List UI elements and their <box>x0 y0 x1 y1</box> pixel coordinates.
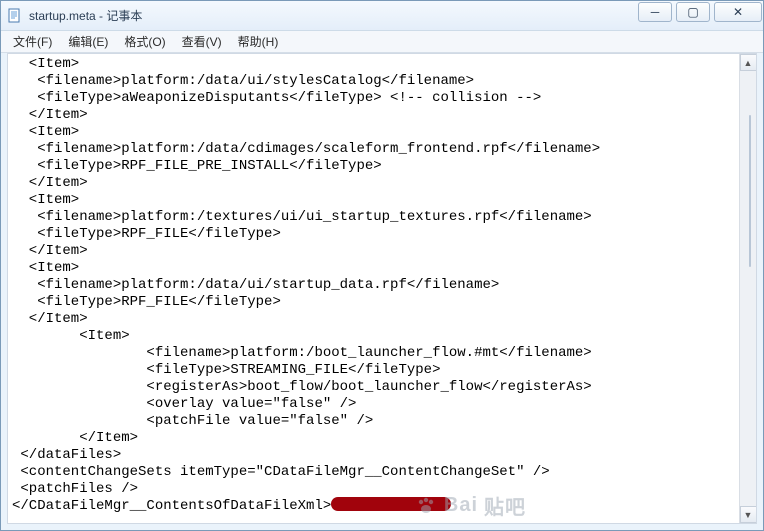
code-line: <filename>platform:/boot_launcher_flow.#… <box>12 345 592 361</box>
code-line: <Item> <box>12 56 79 72</box>
code-line: <filename>platform:/textures/ui/ui_start… <box>12 209 592 225</box>
code-line: <fileType>RPF_FILE_PRE_INSTALL</fileType… <box>12 158 382 174</box>
code-line: <fileType>RPF_FILE</fileType> <box>12 226 281 242</box>
code-line: <Item> <box>12 192 79 208</box>
code-line: <filename>platform:/data/cdimages/scalef… <box>12 141 600 157</box>
code-line: <Item> <box>12 124 79 140</box>
code-line: <Item> <box>12 260 79 276</box>
window-title: startup.meta - 记事本 <box>29 7 142 24</box>
chevron-up-icon: ▲ <box>744 58 753 68</box>
window-controls: ─ ▢ ✕ <box>634 2 762 22</box>
vertical-scrollbar[interactable]: ▲ ▼ <box>739 54 756 523</box>
menu-format[interactable]: 格式(O) <box>116 31 173 52</box>
chevron-down-icon: ▼ <box>744 510 753 520</box>
code-line: <registerAs>boot_flow/boot_launcher_flow… <box>12 379 592 395</box>
notepad-window: startup.meta - 记事本 ─ ▢ ✕ 文件(F) 编辑(E) 格式(… <box>0 0 764 531</box>
editor-client-area: <Item> <filename>platform:/data/ui/style… <box>7 53 757 524</box>
code-line: </Item> <box>12 311 88 327</box>
scroll-down-button[interactable]: ▼ <box>740 506 757 523</box>
menu-edit[interactable]: 编辑(E) <box>60 31 116 52</box>
close-button[interactable]: ✕ <box>714 2 762 22</box>
menu-help[interactable]: 帮助(H) <box>230 31 287 52</box>
code-line: <overlay value="false" /> <box>12 396 356 412</box>
redaction-mark <box>331 497 451 511</box>
code-line: <patchFiles /> <box>12 481 138 497</box>
title-bar[interactable]: startup.meta - 记事本 ─ ▢ ✕ <box>1 1 763 31</box>
code-line: <contentChangeSets itemType="CDataFileMg… <box>12 464 550 480</box>
code-line: <filename>platform:/data/ui/startup_data… <box>12 277 499 293</box>
code-line: <Item> <box>12 328 130 344</box>
code-line: </CDataFileMgr__ContentsOfDataFileXml> <box>12 498 331 514</box>
maximize-icon: ▢ <box>687 5 698 19</box>
close-icon: ✕ <box>733 5 743 19</box>
menu-bar: 文件(F) 编辑(E) 格式(O) 查看(V) 帮助(H) <box>1 31 763 53</box>
menu-view[interactable]: 查看(V) <box>174 31 230 52</box>
code-line: </Item> <box>12 243 88 259</box>
code-line: <fileType>aWeaponizeDisputants</fileType… <box>12 90 541 106</box>
notepad-icon <box>7 8 23 24</box>
code-line: <patchFile value="false" /> <box>12 413 373 429</box>
code-line: <fileType>STREAMING_FILE</fileType> <box>12 362 440 378</box>
code-line: </Item> <box>12 107 88 123</box>
code-line: </Item> <box>12 430 138 446</box>
code-line: </dataFiles> <box>12 447 121 463</box>
code-line: </Item> <box>12 175 88 191</box>
maximize-button[interactable]: ▢ <box>676 2 710 22</box>
menu-file[interactable]: 文件(F) <box>5 31 60 52</box>
code-line: <fileType>RPF_FILE</fileType> <box>12 294 281 310</box>
scroll-up-button[interactable]: ▲ <box>740 54 757 71</box>
minimize-icon: ─ <box>651 5 660 19</box>
text-editor[interactable]: <Item> <filename>platform:/data/ui/style… <box>8 54 738 523</box>
code-line: <filename>platform:/data/ui/stylesCatalo… <box>12 73 474 89</box>
scroll-thumb[interactable] <box>749 115 751 267</box>
minimize-button[interactable]: ─ <box>638 2 672 22</box>
